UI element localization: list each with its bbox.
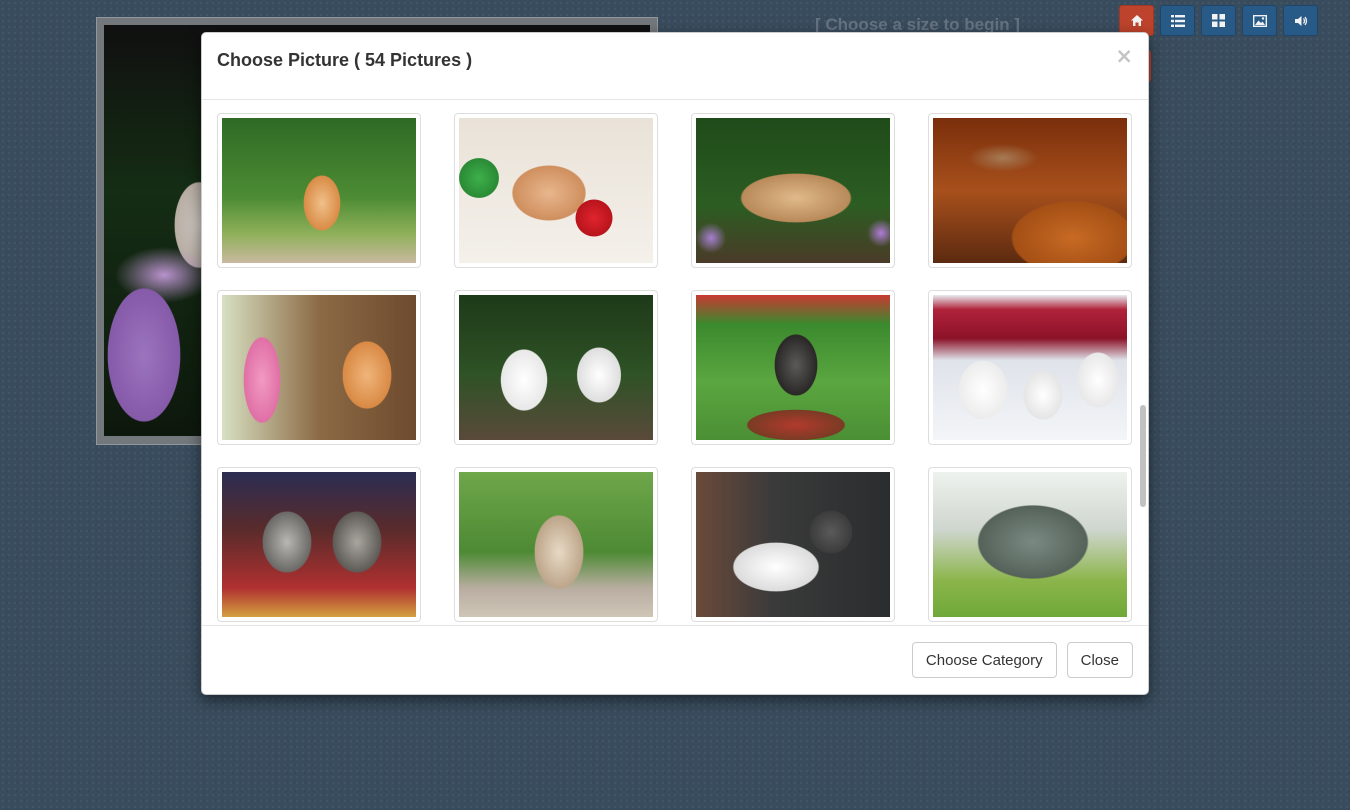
picture-thumbnail[interactable] — [217, 467, 421, 622]
kitten-image — [933, 118, 1127, 263]
picture-thumbnail[interactable] — [928, 290, 1132, 445]
picture-thumbnail[interactable] — [217, 290, 421, 445]
kitten-image — [696, 295, 890, 440]
kitten-image — [222, 472, 416, 617]
peacock-image — [933, 472, 1127, 617]
kitten-image — [696, 472, 890, 617]
picture-thumbnail[interactable] — [928, 467, 1132, 622]
modal-footer: Choose Category Close — [202, 625, 1148, 694]
choose-picture-dialog: Choose Picture ( 54 Pictures ) × Choose … — [201, 32, 1149, 695]
picture-list[interactable] — [202, 100, 1148, 627]
close-icon[interactable]: × — [1115, 46, 1133, 67]
picture-thumbnail[interactable] — [454, 467, 658, 622]
kitten-image — [459, 118, 653, 263]
kitten-image — [459, 295, 653, 440]
picture-thumbnail[interactable] — [217, 113, 421, 268]
close-button[interactable]: Close — [1066, 642, 1133, 678]
scrollbar-thumb[interactable] — [1140, 405, 1146, 507]
kitten-image — [696, 118, 890, 263]
picture-thumbnail[interactable] — [691, 467, 895, 622]
picture-thumbnail[interactable] — [928, 113, 1132, 268]
kitten-image — [222, 118, 416, 263]
modal-title: Choose Picture ( 54 Pictures ) — [217, 50, 473, 70]
kitten-image — [222, 295, 416, 440]
choose-category-button[interactable]: Choose Category — [911, 642, 1057, 678]
picture-thumbnail[interactable] — [691, 290, 895, 445]
picture-thumbnail[interactable] — [454, 113, 658, 268]
picture-thumbnail[interactable] — [691, 113, 895, 268]
modal-header: Choose Picture ( 54 Pictures ) × — [202, 33, 1148, 100]
picture-thumbnail[interactable] — [454, 290, 658, 445]
scrollbar[interactable] — [1140, 100, 1146, 627]
kitten-image — [933, 295, 1127, 440]
picture-grid — [217, 113, 1132, 622]
kitten-image — [459, 472, 653, 617]
